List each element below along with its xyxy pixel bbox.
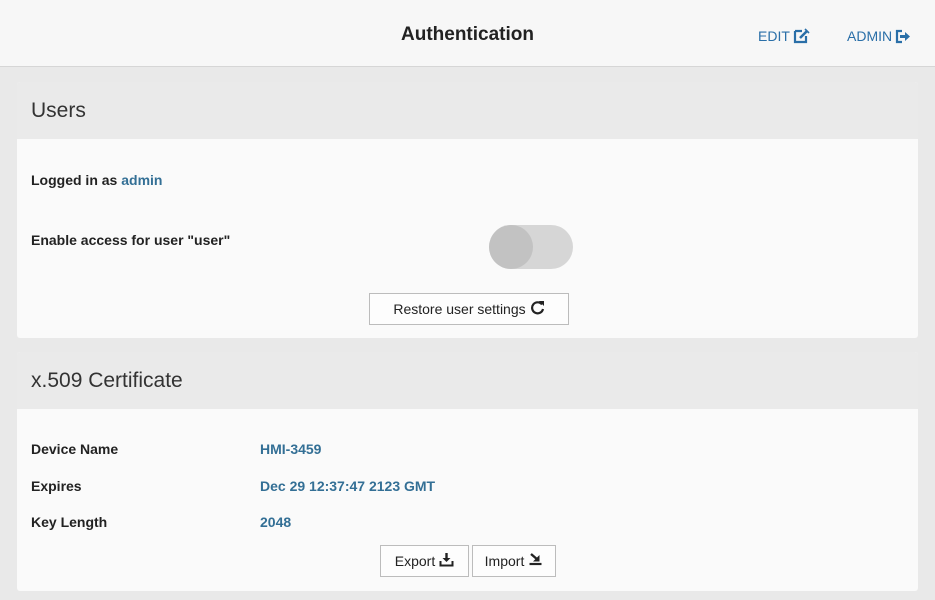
- logout-icon: [895, 29, 911, 44]
- logged-in-prefix: Logged in as: [31, 172, 118, 188]
- expires-label: Expires: [31, 478, 82, 494]
- edit-icon: [793, 28, 810, 44]
- users-heading: Users: [17, 82, 918, 139]
- edit-label: EDIT: [758, 28, 790, 44]
- enable-access-toggle[interactable]: [489, 225, 573, 269]
- expires-value: Dec 29 12:37:47 2123 GMT: [260, 478, 436, 494]
- device-name-label: Device Name: [31, 441, 119, 457]
- toggle-knob: [489, 225, 533, 269]
- key-length-value: 2048: [260, 514, 292, 530]
- import-icon: [528, 552, 543, 570]
- import-label: Import: [484, 553, 525, 569]
- key-length-label: Key Length: [31, 514, 108, 530]
- device-name-value: HMI-3459: [260, 441, 322, 457]
- restore-user-settings-button[interactable]: Restore user settings: [369, 293, 569, 325]
- export-button[interactable]: Export: [380, 545, 469, 577]
- download-icon: [439, 552, 454, 570]
- import-button[interactable]: Import: [472, 545, 556, 577]
- enable-access-label: Enable access for user "user": [31, 232, 231, 248]
- edit-link[interactable]: EDIT: [758, 28, 810, 44]
- top-bar: Authentication EDIT ADMIN: [0, 0, 935, 67]
- logged-in-text: Logged in as admin: [31, 172, 162, 188]
- refresh-icon: [530, 300, 545, 318]
- certificate-heading: x.509 Certificate: [17, 352, 918, 409]
- export-label: Export: [394, 553, 436, 569]
- users-panel: Users Logged in as admin Enable access f…: [17, 82, 918, 338]
- certificate-panel: x.509 Certificate Device Name HMI-3459 E…: [17, 352, 918, 591]
- admin-logout-link[interactable]: ADMIN: [847, 28, 911, 44]
- logged-in-user: admin: [121, 172, 163, 188]
- restore-label: Restore user settings: [393, 301, 526, 317]
- admin-label: ADMIN: [847, 28, 893, 44]
